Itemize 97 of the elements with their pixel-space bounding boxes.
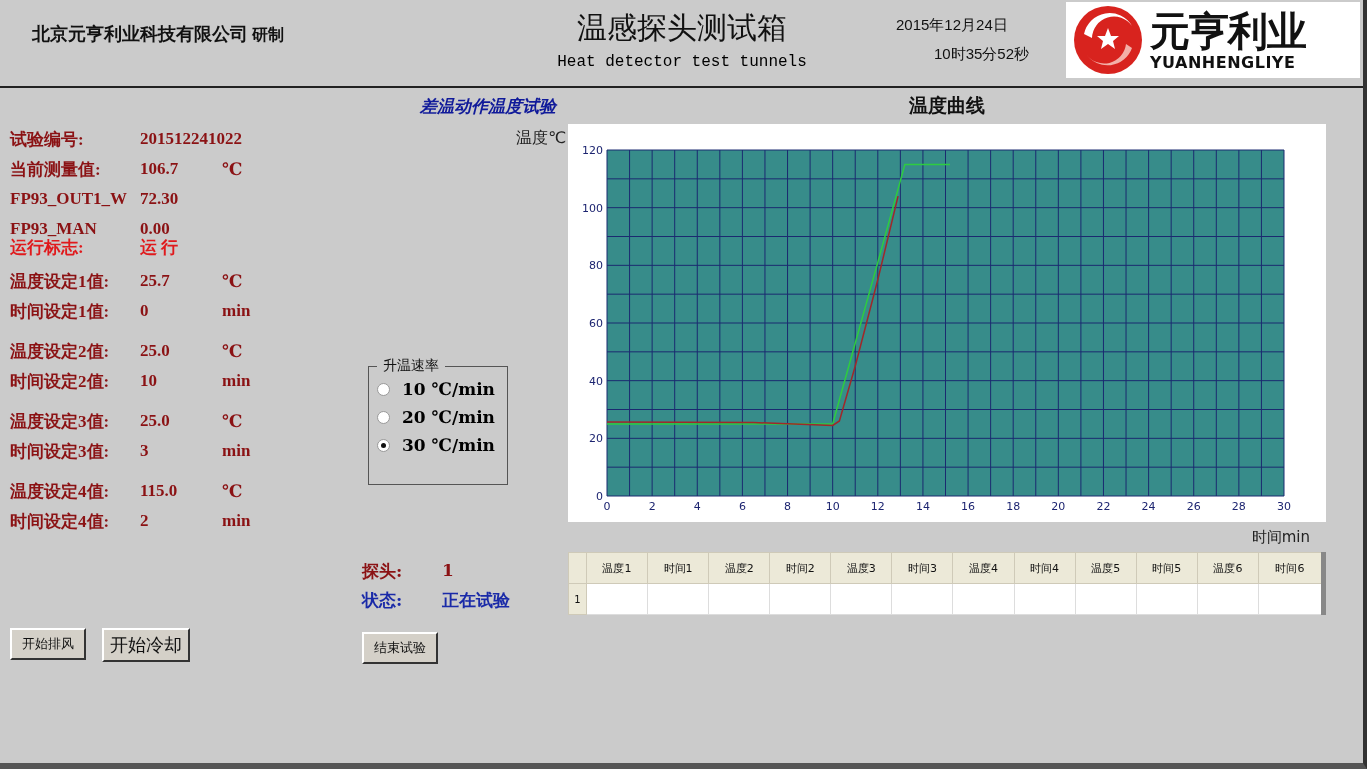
field-label: 温度设定1值: bbox=[10, 270, 110, 293]
rate-option[interactable]: 20 ℃/min bbox=[377, 407, 499, 427]
y-axis-label: 温度℃ bbox=[516, 128, 566, 149]
rate-option[interactable]: 10 ℃/min bbox=[377, 379, 499, 399]
x-tick-label: 20 bbox=[1051, 500, 1066, 513]
field-label: 温度设定4值: bbox=[10, 480, 110, 503]
y-tick-label: 80 bbox=[589, 259, 603, 273]
field-unit: ℃ bbox=[222, 270, 243, 292]
x-tick-label: 22 bbox=[1096, 500, 1111, 513]
field-value: 2 bbox=[140, 511, 149, 531]
field-unit: min bbox=[222, 511, 251, 531]
x-axis-label: 时间min bbox=[1251, 527, 1310, 547]
field-unit: min bbox=[222, 441, 251, 461]
company-suffix: 研制 bbox=[252, 25, 284, 44]
field-value: 72.30 bbox=[140, 189, 179, 209]
y-tick-label: 20 bbox=[589, 432, 603, 446]
y-tick-label: 60 bbox=[589, 317, 603, 330]
x-tick-label: 4 bbox=[693, 500, 701, 513]
column-header: 温度2 bbox=[708, 552, 770, 584]
x-tick-label: 26 bbox=[1186, 500, 1201, 513]
column-header: 时间5 bbox=[1136, 552, 1198, 584]
field-value: 3 bbox=[140, 441, 149, 461]
radio-button[interactable] bbox=[377, 382, 390, 396]
field-unit: min bbox=[222, 371, 251, 391]
x-tick-label: 18 bbox=[1006, 500, 1021, 513]
x-tick-label: 2 bbox=[648, 500, 656, 513]
y-tick-label: 40 bbox=[589, 374, 603, 388]
column-header: 温度5 bbox=[1075, 552, 1137, 584]
field-value: 25.0 bbox=[140, 341, 170, 361]
test-title: 差温动作温度试验 bbox=[420, 94, 556, 118]
field-unit: ℃ bbox=[222, 410, 243, 432]
field-unit: ℃ bbox=[222, 340, 243, 362]
radio-button[interactable] bbox=[377, 410, 390, 424]
field-unit: min bbox=[222, 301, 251, 321]
date-text: 2015年12月24日 bbox=[896, 16, 1009, 35]
field-value: 201512241022 bbox=[140, 129, 242, 149]
field-label: 运行标志: bbox=[10, 237, 84, 259]
x-tick-label: 10 bbox=[825, 500, 840, 513]
field-value: 10 bbox=[140, 371, 157, 391]
logo-name: 元亨利业 bbox=[1150, 8, 1306, 53]
field-label: 时间设定2值: bbox=[10, 370, 110, 393]
field-value: 115.0 bbox=[140, 481, 178, 501]
radio-button[interactable] bbox=[377, 438, 390, 452]
row-header: 1 bbox=[568, 583, 587, 615]
app-subtitle: Heat detector test tunnels bbox=[556, 53, 808, 71]
y-tick-label: 0 bbox=[596, 490, 603, 503]
field-value: 0.00 bbox=[140, 219, 170, 238]
field-label: 试验编号: bbox=[10, 128, 84, 151]
field-value: 106.7 bbox=[140, 159, 179, 179]
field-label: 当前测量值: bbox=[10, 158, 101, 181]
y-tick-label: 100 bbox=[582, 201, 603, 215]
field-label: FP93_MAN bbox=[10, 219, 97, 238]
action-button[interactable]: 开始排风 bbox=[10, 628, 86, 660]
field-label: 温度设定2值: bbox=[10, 340, 110, 363]
column-header: 温度3 bbox=[830, 552, 892, 584]
time-text: 10时35分52秒 bbox=[934, 45, 1031, 64]
column-header: 温度1 bbox=[586, 552, 648, 584]
rate-option[interactable]: 30 ℃/min bbox=[377, 435, 499, 455]
field-unit: ℃ bbox=[222, 480, 243, 502]
logo-pinyin: YUANHENGLIYE bbox=[1150, 52, 1297, 72]
column-header: 时间2 bbox=[769, 552, 831, 584]
field-value: 25.0 bbox=[140, 411, 170, 431]
chart-title: 温度曲线 bbox=[909, 93, 985, 118]
field-label: 时间设定1值: bbox=[10, 300, 110, 323]
y-tick-label: 120 bbox=[582, 144, 603, 157]
field-label: 时间设定3值: bbox=[10, 440, 110, 463]
column-header: 时间4 bbox=[1014, 552, 1076, 584]
column-header: 时间1 bbox=[647, 552, 709, 584]
company-name: 北京元亨利业科技有限公司 bbox=[32, 23, 248, 44]
x-tick-label: 24 bbox=[1141, 500, 1156, 513]
x-tick-label: 28 bbox=[1231, 500, 1246, 513]
x-tick-label: 0 bbox=[603, 500, 611, 513]
action-button[interactable]: 开始冷却 bbox=[102, 628, 190, 662]
field-label: 时间设定4值: bbox=[10, 510, 110, 533]
status-value: 正在试验 bbox=[442, 589, 510, 612]
x-tick-label: 8 bbox=[784, 500, 792, 513]
field-value: 0 bbox=[140, 301, 149, 321]
x-tick-label: 14 bbox=[915, 500, 930, 513]
x-tick-label: 16 bbox=[961, 500, 976, 513]
column-header: 时间3 bbox=[891, 552, 953, 584]
x-tick-label: 6 bbox=[738, 500, 746, 513]
column-header: 时间6 bbox=[1258, 552, 1324, 584]
probe-label: 探头: bbox=[362, 560, 404, 583]
x-tick-label: 30 bbox=[1277, 500, 1291, 513]
rate-group-title: 升温速率 bbox=[382, 357, 440, 375]
end-test-button[interactable]: 结束试验 bbox=[362, 632, 438, 664]
app-title: 温感探头测试箱 bbox=[576, 9, 788, 47]
x-tick-label: 12 bbox=[870, 500, 885, 513]
probe-value: 1 bbox=[442, 560, 454, 582]
field-label: 温度设定3值: bbox=[10, 410, 110, 433]
field-unit: ℃ bbox=[222, 158, 243, 180]
field-label: FP93_OUT1_W bbox=[10, 189, 128, 209]
column-header: 温度4 bbox=[952, 552, 1015, 584]
status-label: 状态: bbox=[362, 589, 404, 612]
column-header: 温度6 bbox=[1197, 552, 1259, 584]
field-value: 25.7 bbox=[140, 271, 170, 291]
field-value: 运 行 bbox=[140, 237, 179, 259]
